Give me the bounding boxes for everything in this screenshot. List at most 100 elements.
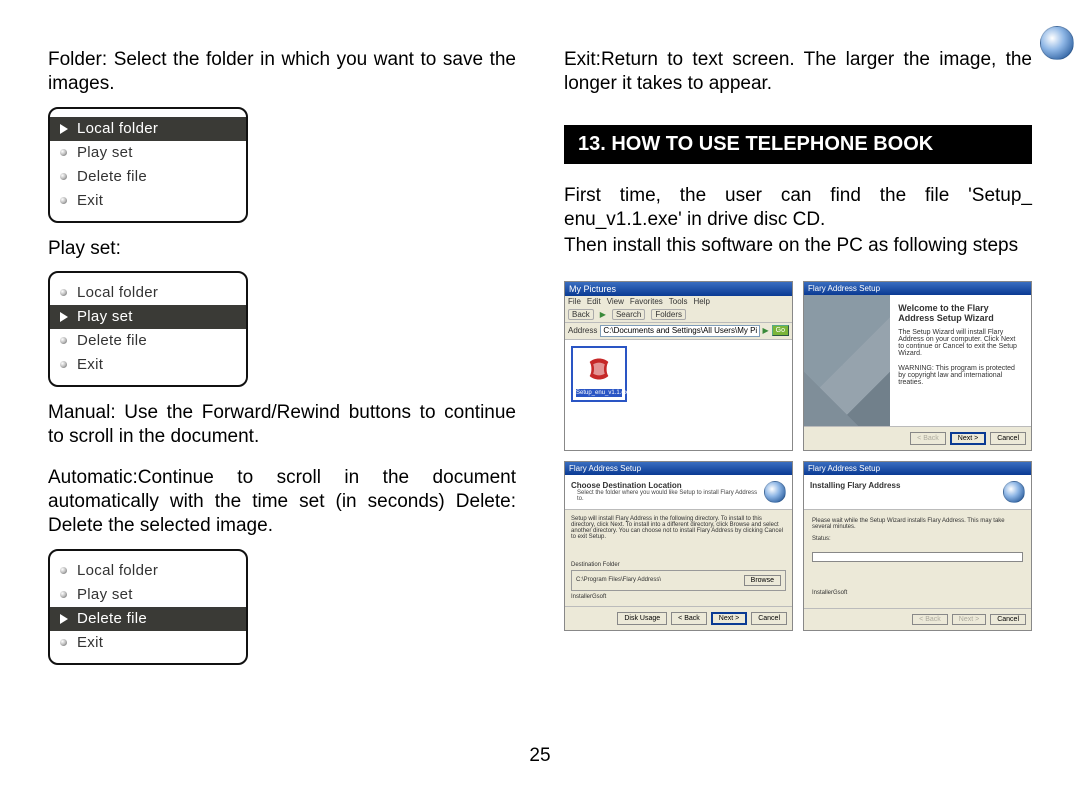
screenshot-wizard-installing: Flary Address Setup Installing Flary Add… bbox=[803, 461, 1032, 631]
next-button[interactable]: Next > bbox=[950, 432, 986, 445]
step-subtitle: Select the folder where you would like S… bbox=[577, 490, 764, 502]
menu-item-exit[interactable]: Exit bbox=[50, 631, 246, 655]
bullet-icon bbox=[60, 337, 67, 344]
dest-folder-box: C:\Program Files\Flary Address\ Browse bbox=[571, 570, 786, 591]
menu-item-delete-file[interactable]: Delete file bbox=[50, 607, 246, 631]
menu-box-3: Local folder Play set Delete file Exit bbox=[48, 549, 248, 665]
file-pane: Setup_enu_v1.1.exe bbox=[565, 340, 792, 450]
dest-path: C:\Program Files\Flary Address\ bbox=[576, 577, 740, 583]
back-button[interactable]: Back bbox=[568, 309, 594, 320]
cancel-button[interactable]: Cancel bbox=[990, 432, 1026, 445]
exit-text: Exit:Return to text screen. The larger t… bbox=[564, 48, 1032, 97]
installer-label: InstallerGsoft bbox=[571, 594, 786, 600]
setup-file-icon bbox=[576, 351, 622, 387]
progress-bar bbox=[812, 552, 1023, 562]
folders-button[interactable]: Folders bbox=[651, 309, 686, 320]
forward-icon[interactable]: ▶ bbox=[600, 310, 606, 319]
menu-file[interactable]: File bbox=[568, 297, 581, 306]
menu-item-local-folder[interactable]: Local folder bbox=[50, 117, 246, 141]
next-button: Next > bbox=[952, 614, 986, 625]
right-column: Exit:Return to text screen. The larger t… bbox=[564, 48, 1032, 738]
address-bar: Address ▶ Go bbox=[565, 323, 792, 340]
left-column: Folder: Select the folder in which you w… bbox=[48, 48, 516, 738]
menu-item-delete-file[interactable]: Delete file bbox=[50, 329, 246, 353]
menu-item-play-set[interactable]: Play set bbox=[50, 305, 246, 329]
wizard-footer: < Back Next > Cancel bbox=[804, 426, 1031, 450]
menu-item-local-folder[interactable]: Local folder bbox=[50, 559, 246, 583]
toolbar: Back ▶ Search Folders bbox=[565, 307, 792, 323]
search-button[interactable]: Search bbox=[612, 309, 645, 320]
step-body: Setup will install Flary Address in the … bbox=[571, 516, 786, 540]
step-body: Please wait while the Setup Wizard insta… bbox=[812, 518, 1023, 530]
bullet-icon bbox=[60, 567, 67, 574]
cancel-button[interactable]: Cancel bbox=[751, 612, 787, 625]
bullet-icon bbox=[60, 197, 67, 204]
installer-label: InstallerGsoft bbox=[812, 590, 1023, 596]
menu-edit[interactable]: Edit bbox=[587, 297, 601, 306]
menubar: File Edit View Favorites Tools Help bbox=[565, 296, 792, 307]
status-label: Status: bbox=[812, 536, 1023, 542]
triangle-icon bbox=[60, 614, 68, 624]
wizard-body: Welcome to the Flary Address Setup Wizar… bbox=[890, 295, 1031, 426]
menu-item-play-set[interactable]: Play set bbox=[50, 141, 246, 165]
window-title: Flary Address Setup bbox=[808, 464, 880, 473]
automatic-text: Automatic:Continue to scroll in the docu… bbox=[48, 466, 516, 539]
section-title: 13. HOW TO USE TELEPHONE BOOK bbox=[564, 125, 1032, 164]
logo-sphere-icon bbox=[1003, 481, 1025, 503]
back-button[interactable]: < Back bbox=[671, 612, 707, 625]
menu-box-2: Local folder Play set Delete file Exit bbox=[48, 271, 248, 387]
window-title: Flary Address Setup bbox=[569, 464, 641, 473]
screenshot-explorer: My Pictures File Edit View Favorites Too… bbox=[564, 281, 793, 451]
go-arrow-icon[interactable]: ▶ bbox=[763, 326, 769, 335]
wizard-footer: Disk Usage < Back Next > Cancel bbox=[565, 606, 792, 630]
wizard-desc-2: WARNING: This program is protected by co… bbox=[898, 365, 1023, 386]
wizard-desc-1: The Setup Wizard will install Flary Addr… bbox=[898, 329, 1023, 357]
menu-item-exit[interactable]: Exit bbox=[50, 353, 246, 377]
play-set-label: Play set: bbox=[48, 237, 516, 261]
screenshot-wizard-welcome: Flary Address Setup Welcome to the Flary… bbox=[803, 281, 1032, 451]
page-number: 25 bbox=[0, 745, 1080, 767]
dest-label: Destination Folder bbox=[571, 562, 786, 568]
manual-text: Manual: Use the Forward/Rewind buttons t… bbox=[48, 401, 516, 450]
wizard-footer: < Back Next > Cancel bbox=[804, 608, 1031, 630]
menu-help[interactable]: Help bbox=[693, 297, 709, 306]
menu-tools[interactable]: Tools bbox=[669, 297, 688, 306]
bullet-icon bbox=[60, 149, 67, 156]
logo-sphere-icon bbox=[764, 481, 786, 503]
bullet-icon bbox=[60, 289, 67, 296]
step-title: Choose Destination Location bbox=[571, 481, 764, 490]
menu-favorites[interactable]: Favorites bbox=[630, 297, 663, 306]
menu-item-delete-file[interactable]: Delete file bbox=[50, 165, 246, 189]
window-title: Flary Address Setup bbox=[808, 284, 880, 293]
wizard-heading: Welcome to the Flary Address Setup Wizar… bbox=[898, 303, 1023, 323]
intro-2: Then install this software on the PC as … bbox=[564, 234, 1032, 258]
bullet-icon bbox=[60, 591, 67, 598]
bullet-icon bbox=[60, 361, 67, 368]
menu-item-exit[interactable]: Exit bbox=[50, 189, 246, 213]
bullet-icon bbox=[60, 639, 67, 646]
address-label: Address bbox=[568, 326, 597, 335]
menu-item-play-set[interactable]: Play set bbox=[50, 583, 246, 607]
address-input[interactable] bbox=[600, 325, 759, 337]
wizard-sidebar-image bbox=[804, 295, 890, 426]
cancel-button[interactable]: Cancel bbox=[990, 614, 1026, 625]
bullet-icon bbox=[60, 173, 67, 180]
go-button[interactable]: Go bbox=[772, 325, 789, 336]
next-button[interactable]: Next > bbox=[711, 612, 747, 625]
disk-usage-button[interactable]: Disk Usage bbox=[617, 612, 667, 625]
menu-view[interactable]: View bbox=[607, 297, 624, 306]
menu-box-1: Local folder Play set Delete file Exit bbox=[48, 107, 248, 223]
step-title: Installing Flary Address bbox=[810, 481, 900, 490]
screenshot-wizard-destination: Flary Address Setup Choose Destination L… bbox=[564, 461, 793, 631]
folder-intro: Folder: Select the folder in which you w… bbox=[48, 48, 516, 97]
file-thumbnail[interactable]: Setup_enu_v1.1.exe bbox=[571, 346, 627, 402]
back-button: < Back bbox=[910, 432, 946, 445]
file-caption: Setup_enu_v1.1.exe bbox=[576, 389, 622, 397]
triangle-icon bbox=[60, 312, 68, 322]
triangle-icon bbox=[60, 124, 68, 134]
menu-item-local-folder[interactable]: Local folder bbox=[50, 281, 246, 305]
back-button: < Back bbox=[912, 614, 948, 625]
intro-1: First time, the user can find the file '… bbox=[564, 184, 1032, 233]
browse-button[interactable]: Browse bbox=[744, 575, 781, 586]
window-title: My Pictures bbox=[569, 284, 616, 294]
